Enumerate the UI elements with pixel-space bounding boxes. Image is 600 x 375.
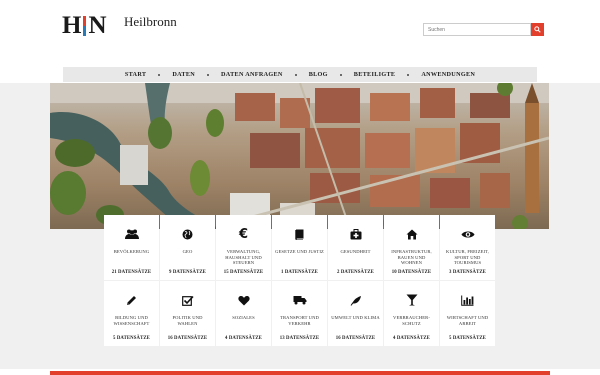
logo-bar — [83, 16, 87, 36]
nav-separator — [294, 73, 297, 76]
bar-chart-icon — [461, 295, 474, 306]
nav-beteiligte[interactable]: BETEILIGTE — [354, 71, 396, 78]
heart-icon — [237, 295, 250, 305]
category-count: 2 DATENSÄTZE — [337, 270, 374, 275]
site-name[interactable]: Heilbronn — [124, 14, 177, 30]
category-tile-transport[interactable]: TRANSPORT UND VERKEHR 13 DATENSÄTZE — [272, 281, 327, 346]
euro-icon: € — [238, 226, 249, 242]
nav-separator — [158, 73, 161, 76]
category-count: 4 DATENSÄTZE — [225, 336, 262, 341]
pencil-icon — [127, 295, 136, 305]
main-nav: START DATEN DATEN ANFRAGEN BLOG BETEILIG… — [63, 67, 537, 82]
category-count: 16 DATENSÄTZE — [167, 336, 208, 341]
category-count: 13 DATENSÄTZE — [279, 336, 320, 341]
city-aerial-photo — [50, 83, 549, 229]
category-count: 3 DATENSÄTZE — [449, 270, 486, 275]
category-tile-kultur[interactable]: KULTUR, FREIZEIT, SPORT UND TOURISMUS 3 … — [440, 215, 495, 280]
category-tile-politik[interactable]: POLITIK UND WAHLEN 16 DATENSÄTZE — [160, 281, 215, 346]
globe-icon — [182, 229, 193, 239]
category-label: GESETZE UND JUSTIZ — [275, 249, 324, 254]
category-tile-verwaltung[interactable]: € VERWALTUNG, HAUSHALT UND STEUERN 15 DA… — [216, 215, 271, 280]
logo-mark: H N — [62, 12, 107, 39]
footer-accent-bar — [50, 371, 550, 375]
category-count: 21 DATENSÄTZE — [111, 270, 152, 275]
category-label: SOZIALES — [232, 315, 255, 320]
category-label: KULTUR, FREIZEIT, SPORT UND TOURISMUS — [446, 249, 489, 266]
category-count: 16 DATENSÄTZE — [335, 336, 376, 341]
category-tile-umwelt[interactable]: UMWELT UND KLIMA 16 DATENSÄTZE — [328, 281, 383, 346]
category-count: 10 DATENSÄTZE — [391, 270, 432, 275]
category-tile-bildung[interactable]: BILDUNG UND WISSENSCHAFT 5 DATENSÄTZE — [104, 281, 159, 346]
medkit-icon — [350, 228, 361, 239]
category-label: UMWELT UND KLIMA — [331, 315, 380, 320]
category-count: 5 DATENSÄTZE — [449, 336, 486, 341]
category-count: 1 DATENSÄTZE — [281, 270, 318, 275]
home-icon — [406, 229, 417, 239]
category-grid: BEVÖLKERUNG 21 DATENSÄTZE GEO 9 DATENSÄT… — [104, 215, 495, 346]
nav-daten[interactable]: DATEN — [172, 71, 195, 78]
search-input[interactable] — [423, 23, 531, 36]
nav-start[interactable]: START — [125, 71, 146, 78]
category-label: POLITIK UND WAHLEN — [172, 315, 203, 326]
search-form — [423, 23, 544, 36]
category-tile-gesetze[interactable]: GESETZE UND JUSTIZ 1 DATENSÄTZE — [272, 215, 327, 280]
leaf-icon — [350, 295, 361, 306]
category-count: 5 DATENSÄTZE — [113, 336, 150, 341]
category-label: VERBRAUCHER-SCHUTZ — [393, 315, 430, 326]
glass-icon — [406, 294, 417, 306]
category-label: TRANSPORT UND VERKEHR — [280, 315, 319, 326]
nav-separator — [339, 73, 342, 76]
nav-blog[interactable]: BLOG — [309, 71, 328, 78]
category-tile-gesundheit[interactable]: GESUNDHEIT 2 DATENSÄTZE — [328, 215, 383, 280]
nav-separator — [207, 73, 210, 76]
category-tile-soziales[interactable]: SOZIALES 4 DATENSÄTZE — [216, 281, 271, 346]
category-label: WIRTSCHAFT UND ARBEIT — [446, 315, 489, 326]
eye-icon — [461, 231, 474, 237]
nav-separator — [407, 73, 410, 76]
search-icon — [534, 26, 541, 33]
category-label: BEVÖLKERUNG — [113, 249, 150, 254]
nav-daten-anfragen[interactable]: DATEN ANFRAGEN — [221, 71, 283, 78]
category-label: VERWALTUNG, HAUSHALT UND STEUERN — [225, 249, 262, 266]
logo-letter-h: H — [62, 12, 82, 39]
search-button[interactable] — [531, 23, 544, 36]
category-tile-geo[interactable]: GEO 9 DATENSÄTZE — [160, 215, 215, 280]
category-tile-verbraucherschutz[interactable]: VERBRAUCHER-SCHUTZ 4 DATENSÄTZE — [384, 281, 439, 346]
category-count: 15 DATENSÄTZE — [223, 270, 264, 275]
category-label: GEO — [182, 249, 193, 254]
category-tile-bevoelkerung[interactable]: BEVÖLKERUNG 21 DATENSÄTZE — [104, 215, 159, 280]
category-count: 4 DATENSÄTZE — [393, 336, 430, 341]
category-tile-wirtschaft[interactable]: WIRTSCHAFT UND ARBEIT 5 DATENSÄTZE — [440, 281, 495, 346]
category-label: GESUNDHEIT — [340, 249, 371, 254]
book-icon — [295, 229, 304, 240]
category-count: 9 DATENSÄTZE — [169, 270, 206, 275]
nav-anwendungen[interactable]: ANWENDUNGEN — [421, 71, 475, 78]
checkbox-icon — [181, 295, 194, 306]
category-tile-infrastruktur[interactable]: INFRASTRUKTUR, BAUEN UND WOHNEN 10 DATEN… — [384, 215, 439, 280]
logo-letter-n: N — [88, 12, 107, 39]
hero-image — [50, 83, 549, 229]
site-logo[interactable]: H N — [62, 12, 107, 39]
category-label: INFRASTRUKTUR, BAUEN UND WOHNEN — [391, 249, 432, 266]
people-icon — [124, 229, 139, 239]
category-label: BILDUNG UND WISSENSCHAFT — [113, 315, 150, 326]
truck-icon — [293, 296, 306, 305]
